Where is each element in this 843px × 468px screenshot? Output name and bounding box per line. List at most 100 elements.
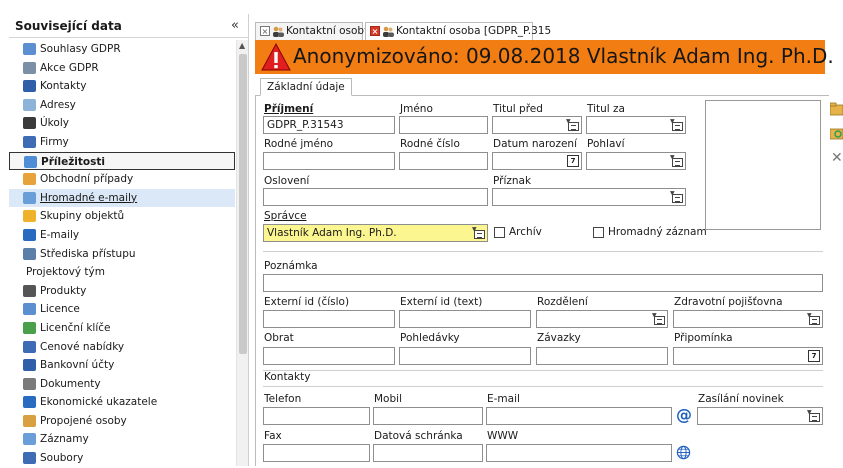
sidebar-item-2[interactable]: Akce GDPR [9, 59, 235, 78]
refresh-folder-icon[interactable] [830, 126, 843, 140]
picker-icon[interactable]: ▼ [670, 119, 683, 131]
sidebar-item-21[interactable]: Propojené osoby [9, 412, 235, 431]
barcode-icon [23, 284, 36, 297]
receivables-field[interactable] [399, 347, 531, 365]
manager-field[interactable]: Vlastník Adam Ing. Ph.D. ▼ [263, 224, 488, 242]
tab-contact-persons[interactable]: × Kontaktní osoby [255, 22, 370, 40]
mobile-field[interactable] [373, 407, 483, 425]
sidebar-item-7[interactable]: Příležitosti [9, 151, 235, 171]
salutation-field[interactable] [263, 188, 488, 206]
sidebar-item-10[interactable]: Skupiny objektů [9, 207, 235, 226]
first-name-field[interactable] [399, 116, 488, 134]
tab-label: Kontaktní osoba [GDPR_P.315 [396, 25, 552, 37]
sidebar-item-4[interactable]: Adresy [9, 96, 235, 115]
sidebar-item-1[interactable]: Souhlasy GDPR [9, 40, 235, 59]
picker-icon[interactable]: ▼ [807, 410, 820, 422]
www-label: WWW [487, 430, 519, 442]
archive-checkbox[interactable] [494, 227, 505, 238]
sidebar-item-label: Ekonomické ukazatele [40, 396, 158, 409]
sidebar-list: Souhlasy GDPR Akce GDPR Kontakty Adresy Úkol… [9, 40, 235, 468]
calendar-icon[interactable]: 7 [808, 350, 820, 362]
data-box-field[interactable] [373, 444, 483, 462]
sidebar-scrollbar[interactable]: ▲ [236, 40, 248, 466]
birth-number-field[interactable] [399, 152, 488, 170]
delete-photo-icon[interactable]: ✕ [831, 150, 843, 166]
sidebar-item-19[interactable]: Dokumenty [9, 375, 235, 394]
sidebar-item-23[interactable]: Soubory [9, 449, 235, 468]
globe-icon[interactable] [676, 445, 691, 460]
sidebar-item-label: Obchodní případy [40, 173, 134, 186]
sidebar-item-12[interactable]: Střediska přístupu [9, 245, 235, 264]
gender-field[interactable]: ▼ [586, 152, 686, 170]
sidebar-item-20[interactable]: Ekonomické ukazatele [9, 393, 235, 412]
birth-number-label: Rodné číslo [400, 138, 460, 150]
tab-basic-info[interactable]: Základní údaje [260, 78, 352, 96]
division-field[interactable]: ▼ [536, 310, 668, 328]
star-icon [23, 210, 36, 223]
external-id-text-field[interactable] [399, 310, 531, 328]
sidebar-item-8[interactable]: Obchodní případy [9, 170, 235, 189]
banner-text: Anonymizováno: 09.08.2018 Vlastník Adam … [293, 44, 834, 68]
scroll-up-icon[interactable]: ▲ [239, 41, 245, 50]
email-field[interactable] [486, 407, 672, 425]
contacts-icon [23, 80, 36, 93]
users-icon [273, 26, 284, 37]
picker-icon[interactable]: ▼ [807, 313, 820, 325]
sidebar-item-16[interactable]: Licenční klíče [9, 319, 235, 338]
birth-name-field[interactable] [263, 152, 395, 170]
picker-icon[interactable]: ▼ [652, 313, 665, 325]
sidebar-item-11[interactable]: E-maily [9, 226, 235, 245]
sidebar-item-14[interactable]: Produkty [9, 282, 235, 301]
www-field[interactable] [486, 444, 672, 462]
newsletter-field[interactable]: ▼ [697, 407, 823, 425]
tab-contact-person-detail[interactable]: × Kontaktní osoba [GDPR_P.315 [365, 22, 551, 40]
insurance-field[interactable]: ▼ [673, 310, 823, 328]
turnover-field[interactable] [263, 347, 395, 365]
photo-box[interactable] [705, 100, 821, 230]
reminder-field[interactable]: 7 [673, 347, 823, 365]
sidebar-item-9[interactable]: Hromadné e-maily [9, 188, 235, 208]
title-after-label: Titul za [587, 103, 625, 115]
sidebar-item-3[interactable]: Kontakty [9, 77, 235, 96]
sidebar-collapse-button[interactable]: « [231, 18, 239, 33]
sidebar-item-label: Záznamy [40, 433, 89, 446]
separator [263, 370, 823, 371]
picker-icon[interactable]: ▼ [566, 119, 579, 131]
sidebar-item-15[interactable]: Licence [9, 300, 235, 319]
sidebar-item-label: Skupiny objektů [40, 210, 125, 223]
sidebar-item-22[interactable]: Záznamy [9, 430, 235, 449]
sidebar-item-13[interactable]: Projektový tým [9, 263, 235, 282]
phone-field[interactable] [263, 407, 370, 425]
flag-field[interactable]: ▼ [492, 188, 686, 206]
tab-close-icon[interactable]: × [260, 26, 270, 36]
sidebar-item-18[interactable]: Bankovní účty [9, 356, 235, 375]
sidebar-item-17[interactable]: Cenové nabídky [9, 338, 235, 357]
birth-date-field[interactable]: 7 [492, 152, 582, 170]
linked-persons-icon [23, 414, 36, 427]
surname-field[interactable]: GDPR_P.31543 [263, 116, 395, 134]
send-email-icon[interactable]: @ [676, 405, 692, 424]
title-after-field[interactable]: ▼ [586, 116, 686, 134]
sidebar-item-label: Souhlasy GDPR [40, 43, 121, 55]
sidebar-item-label: Produkty [40, 284, 87, 297]
title-before-field[interactable]: ▼ [492, 116, 582, 134]
picker-icon[interactable]: ▼ [472, 227, 485, 239]
building-icon [23, 135, 36, 148]
sidebar-item-5[interactable]: Úkoly [9, 114, 235, 133]
calendar-icon[interactable]: 7 [567, 155, 579, 167]
note-field[interactable] [263, 274, 823, 292]
sidebar-item-6[interactable]: Firmy [9, 133, 235, 152]
fax-field[interactable] [263, 444, 370, 462]
bulk-record-checkbox[interactable] [593, 227, 604, 238]
external-id-number-field[interactable] [263, 310, 395, 328]
scroll-thumb[interactable] [239, 54, 247, 354]
picker-icon[interactable]: ▼ [670, 155, 683, 167]
tab-close-icon[interactable]: × [370, 26, 380, 36]
archive-label: Archív [509, 226, 542, 238]
picker-icon[interactable]: ▼ [670, 191, 683, 203]
folder-icon[interactable] [830, 102, 843, 116]
salutation-label: Oslovení [264, 175, 310, 187]
license-key-icon [23, 321, 36, 334]
liabilities-field[interactable] [536, 347, 668, 365]
fax-label: Fax [264, 430, 282, 442]
